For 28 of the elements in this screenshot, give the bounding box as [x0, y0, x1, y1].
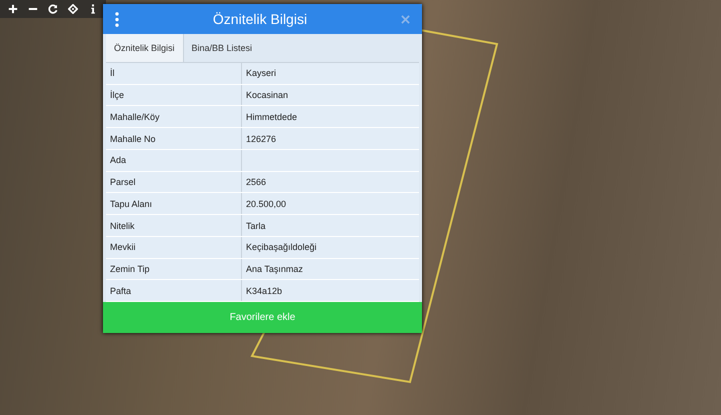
- table-cell-text: Kocasinan: [245, 89, 290, 102]
- menu-icon[interactable]: [115, 12, 119, 26]
- tab[interactable]: Öznitelik Bilgisi: [106, 34, 184, 62]
- table-cell: İlçe: [106, 84, 242, 106]
- dialog-title: Öznitelik Bilgisi: [212, 11, 308, 27]
- refresh-icon[interactable]: [48, 4, 58, 14]
- table-cell: Mahalle No: [106, 128, 242, 149]
- table-cell: Ada: [106, 150, 242, 171]
- table-cell-text: Keçibaşağıldoleği: [245, 241, 318, 254]
- table-cell: Pafta: [106, 280, 242, 302]
- table-cell: Mevkii: [106, 236, 242, 258]
- table-cell-text: Kayseri: [245, 67, 278, 80]
- table-cell: İl: [106, 63, 242, 84]
- table-cell-text: 20.500,00: [245, 198, 288, 211]
- table-cell: Mahalle/Köy: [106, 106, 242, 128]
- tab[interactable]: Bina/BB Listesi: [184, 34, 260, 62]
- table-cell-text: 2566: [245, 176, 268, 190]
- table-cell-text: 126276: [245, 132, 278, 146]
- table-cell-text: K34a12b: [245, 284, 284, 298]
- table-cell: Zemin Tip: [106, 258, 242, 280]
- table-cell-text: Tarla: [245, 220, 267, 232]
- crosshair-icon[interactable]: [68, 4, 78, 14]
- zoom-in-icon[interactable]: [8, 4, 18, 14]
- table-cell: Tapu Alanı: [106, 193, 242, 214]
- table-cell-text: Ana Taşınmaz: [245, 262, 304, 276]
- table-cell-text: Himmetdede: [245, 110, 298, 124]
- table-cell: Parsel: [106, 172, 242, 192]
- table-cell: Nitelik: [106, 215, 242, 236]
